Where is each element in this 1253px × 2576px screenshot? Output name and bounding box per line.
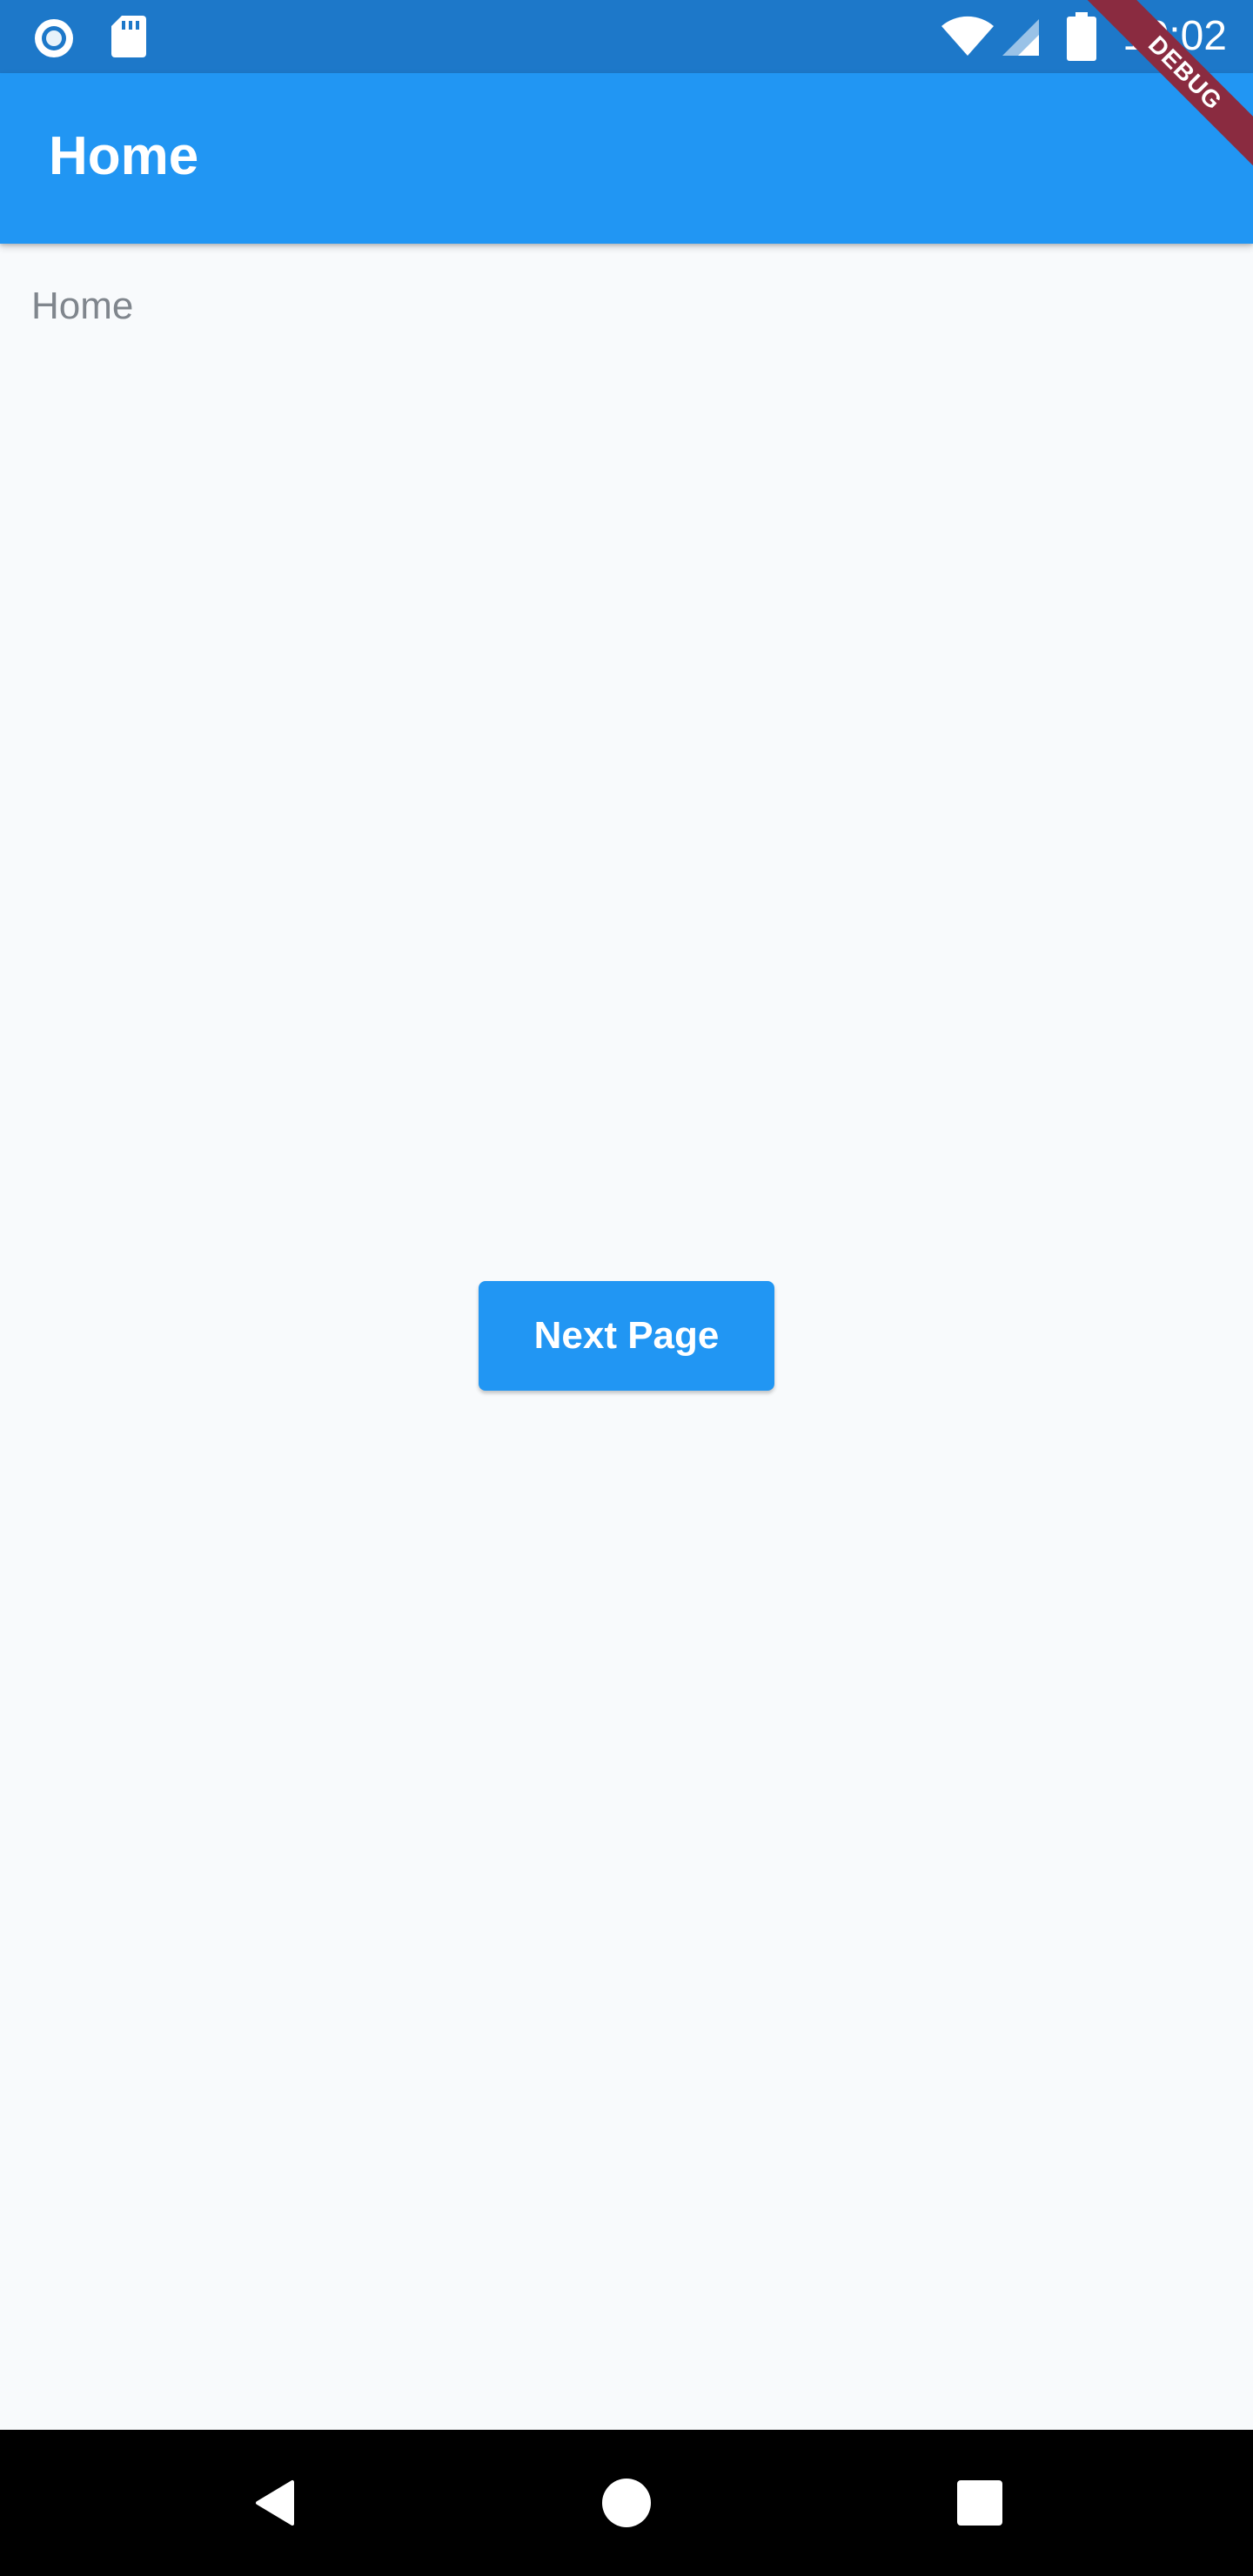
circle-notification-icon <box>31 16 77 65</box>
signal-icon <box>999 17 1041 62</box>
battery-icon <box>1067 12 1096 65</box>
recents-icon[interactable] <box>945 2468 1015 2538</box>
app-bar-title: Home <box>49 126 199 186</box>
home-text: Home <box>31 285 134 327</box>
status-time: 10:02 <box>1122 13 1227 59</box>
system-navigation-bar <box>0 2430 1253 2576</box>
status-bar: 10:02 <box>0 0 1253 73</box>
back-icon[interactable] <box>240 2468 310 2538</box>
app-bar: Home <box>0 73 1253 244</box>
sd-card-icon <box>110 14 148 64</box>
next-page-button[interactable]: Next Page <box>479 1281 774 1391</box>
page-body: Home Next Page <box>0 244 1253 2430</box>
wifi-icon <box>940 16 995 62</box>
home-icon[interactable] <box>592 2468 661 2538</box>
